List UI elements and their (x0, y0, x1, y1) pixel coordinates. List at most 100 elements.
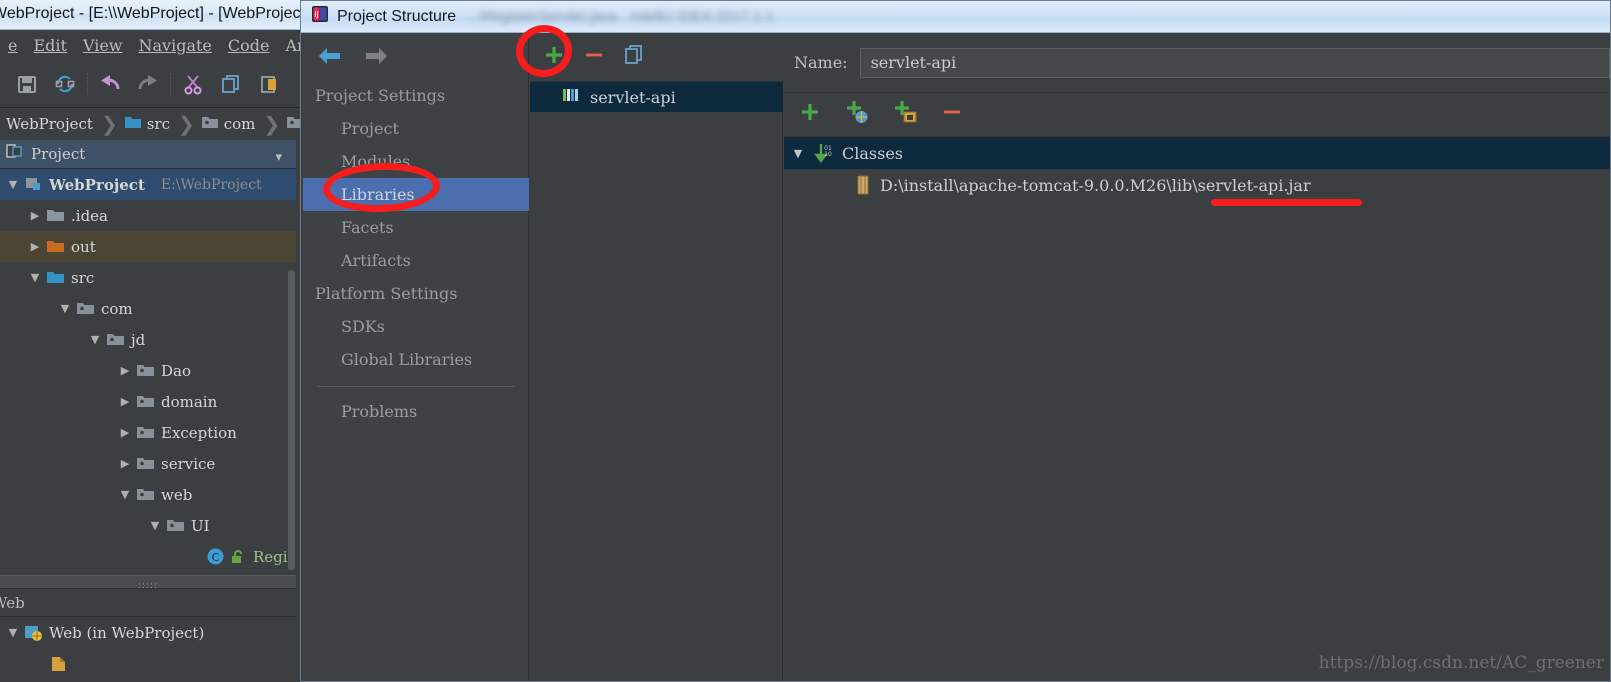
nav-item-sdks[interactable]: SDKs (303, 310, 529, 343)
copy-library-button[interactable] (622, 43, 646, 72)
breadcrumb[interactable]: WebProject ❯ src ❯ com ❯ (0, 108, 300, 140)
tree-row-src[interactable]: ▼ src (0, 262, 296, 293)
nav-item-global-libraries[interactable]: Global Libraries (303, 343, 529, 376)
tree-arrow-icon[interactable]: ▶ (116, 364, 134, 377)
menu-file[interactable]: e (0, 34, 25, 57)
nav-history-buttons[interactable] (317, 45, 389, 72)
remove-root-button[interactable] (940, 100, 964, 129)
arrow-forward-icon[interactable] (363, 45, 389, 72)
paste-icon[interactable] (250, 65, 288, 103)
web-facet-tree[interactable]: ▼ Web (in WebProject) (0, 617, 296, 682)
libraries-list[interactable]: servlet-api (530, 82, 783, 112)
menu-edit-label: Edit (33, 35, 67, 55)
package-icon (134, 424, 156, 441)
ide-menubar[interactable]: e Edit View Navigate Code Analy (0, 30, 331, 60)
menu-edit[interactable]: Edit (25, 34, 74, 57)
library-detail-panel[interactable]: Name: servlet-api ▼ 01 10 Classes D:\ins… (784, 33, 1610, 681)
toolbar-divider-2 (170, 72, 171, 95)
package-icon (201, 114, 219, 134)
chevron-right-icon: ❯ (177, 112, 195, 136)
menu-view[interactable]: View (75, 34, 131, 57)
tree-row-domain[interactable]: ▶ domain (0, 386, 296, 417)
copy-icon[interactable] (212, 65, 250, 103)
chevron-down-icon[interactable]: ▾ (275, 149, 282, 165)
jar-icon (850, 175, 876, 195)
breadcrumb-item-webproject[interactable]: WebProject ❯ (0, 108, 118, 140)
tree-row-web-child[interactable] (0, 648, 296, 679)
libraries-toolbar[interactable] (530, 33, 783, 82)
add-url-root-button[interactable] (844, 99, 870, 130)
tree-row-exception[interactable]: ▶ Exception (0, 417, 296, 448)
add-library-button[interactable] (542, 43, 566, 72)
library-item-servlet-api[interactable]: servlet-api (530, 82, 783, 112)
tree-row-com[interactable]: ▼ com (0, 293, 296, 324)
screenshot-root: WebProject - [E:\\WebProject] - [WebProj… (0, 0, 1611, 682)
tree-arrow-icon[interactable]: ▶ (26, 240, 44, 253)
tree-row-ui[interactable]: ▼ UI (0, 510, 296, 541)
tree-row-jar-path[interactable]: D:\install\apache-tomcat-9.0.0.M26\lib\s… (784, 169, 1610, 201)
tree-arrow-icon[interactable]: ▼ (4, 178, 22, 191)
library-roots-tree[interactable]: ▼ 01 10 Classes D:\install\apache-tomcat… (784, 137, 1610, 201)
ide-toolbar[interactable] (0, 60, 300, 108)
tree-row-service[interactable]: ▶ service (0, 448, 296, 479)
tool-window-header-project[interactable]: Project ▾ (0, 140, 296, 169)
tree-row-out[interactable]: ▶ out (0, 231, 296, 262)
tree-row-classes[interactable]: ▼ 01 10 Classes (784, 137, 1610, 169)
nav-item-facets[interactable]: Facets (303, 211, 529, 244)
tree-arrow-icon[interactable]: ▼ (146, 519, 164, 532)
tree-row-jd[interactable]: ▼ jd (0, 324, 296, 355)
undo-icon[interactable] (91, 65, 129, 103)
tree-arrow-icon[interactable]: ▼ (86, 333, 104, 346)
library-item-label: servlet-api (590, 87, 676, 107)
package-icon (134, 362, 156, 379)
tree-row-idea[interactable]: ▶ .idea (0, 200, 296, 231)
nav-item-modules[interactable]: Modules (303, 145, 529, 178)
breadcrumb-item-src[interactable]: src ❯ (118, 108, 195, 140)
tree-arrow-icon[interactable]: ▼ (4, 626, 22, 639)
web-facet-icon (22, 624, 44, 642)
nav-item-problems[interactable]: Problems (303, 395, 529, 428)
save-all-icon[interactable] (8, 65, 46, 103)
tree-row-web[interactable]: ▼ web (0, 479, 296, 510)
arrow-back-icon[interactable] (317, 45, 343, 72)
tree-row-register-servlet[interactable]: C Regi (0, 541, 296, 572)
menu-code[interactable]: Code (220, 34, 278, 57)
tree-arrow-icon[interactable]: ▶ (26, 209, 44, 222)
sync-icon[interactable] (46, 65, 84, 103)
library-roots-toolbar[interactable] (784, 93, 1610, 137)
project-tree-scrollbar[interactable] (288, 270, 295, 570)
dialog-settings-nav[interactable]: Project Settings Project Modules Librari… (303, 33, 529, 681)
add-archive-root-button[interactable] (892, 99, 918, 130)
libraries-list-panel[interactable]: servlet-api (530, 33, 783, 681)
panel-splitter[interactable]: ::::: (0, 575, 296, 591)
tree-arrow-icon[interactable]: ▼ (116, 488, 134, 501)
tree-row-web-facet[interactable]: ▼ Web (in WebProject) (0, 617, 296, 648)
nav-item-libraries[interactable]: Libraries (303, 178, 529, 211)
tree-row-dao[interactable]: ▶ Dao (0, 355, 296, 386)
redo-icon[interactable] (129, 65, 167, 103)
tree-label: domain (161, 392, 218, 411)
tree-arrow-icon[interactable]: ▼ (784, 147, 812, 160)
cut-icon[interactable] (174, 65, 212, 103)
remove-library-button[interactable] (582, 43, 606, 72)
add-root-button[interactable] (798, 100, 822, 129)
tree-arrow-icon[interactable]: ▶ (116, 426, 134, 439)
project-tree[interactable]: ▼ WebProject E:\WebProject ▶ .idea ▶ out… (0, 169, 296, 575)
settings-nav-list[interactable]: Project Settings Project Modules Librari… (303, 79, 529, 428)
project-structure-dialog: IJ Project Structure ...\RegisterServlet… (300, 0, 1611, 682)
library-name-input[interactable]: servlet-api (859, 47, 1610, 78)
package-icon (164, 517, 186, 534)
tree-arrow-icon[interactable]: ▼ (26, 271, 44, 284)
tool-window-tab-web[interactable]: Web (0, 589, 296, 617)
classes-root-icon: 01 10 (812, 142, 838, 164)
breadcrumb-item-next[interactable] (280, 108, 300, 140)
menu-navigate[interactable]: Navigate (131, 34, 220, 57)
breadcrumb-item-com[interactable]: com ❯ (195, 108, 280, 140)
nav-item-project[interactable]: Project (303, 112, 529, 145)
tree-row-webproject[interactable]: ▼ WebProject E:\WebProject (0, 169, 296, 200)
tree-arrow-icon[interactable]: ▶ (116, 395, 134, 408)
tree-arrow-icon[interactable]: ▼ (56, 302, 74, 315)
tree-arrow-icon[interactable]: ▶ (116, 457, 134, 470)
library-name-row: Name: servlet-api (784, 33, 1610, 93)
nav-item-artifacts[interactable]: Artifacts (303, 244, 529, 277)
